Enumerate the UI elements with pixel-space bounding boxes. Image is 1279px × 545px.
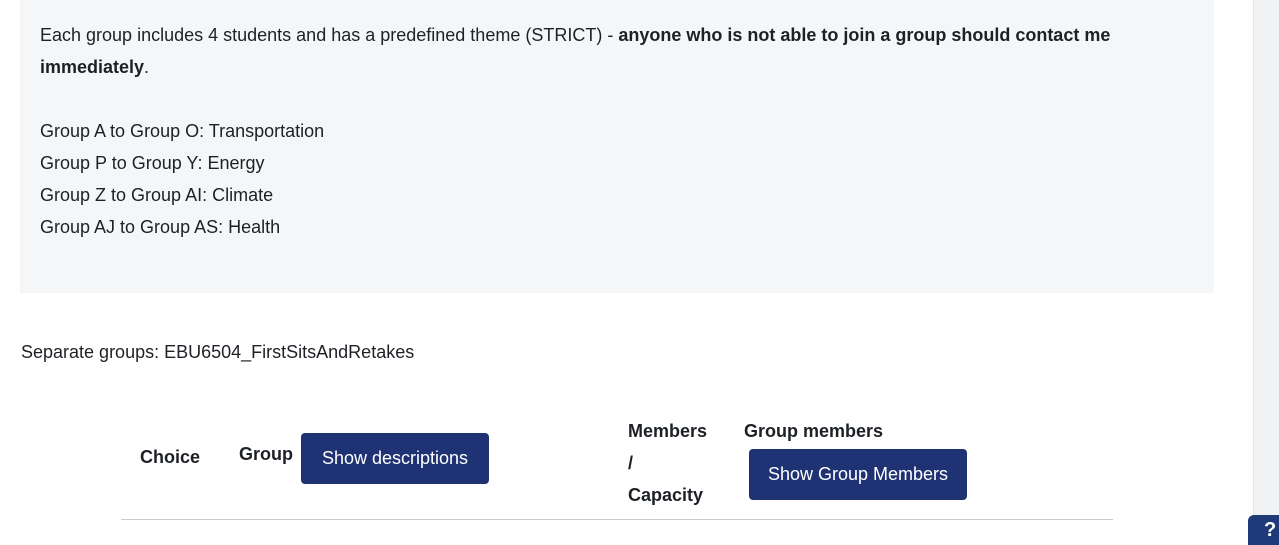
header-capacity-line: Capacity (628, 485, 704, 505)
intro-box: Each group includes 4 students and has a… (20, 0, 1214, 293)
header-group-members: Group members (744, 421, 884, 441)
header-members-capacity: Members / Capacity (628, 415, 707, 511)
group-theme-list: Group A to Group O: Transportation Group… (40, 115, 324, 243)
header-group: Group (239, 444, 293, 464)
right-scroll-area (1253, 0, 1279, 542)
group-theme-line: Group AJ to Group AS: Health (40, 217, 281, 237)
table-header-divider (121, 519, 1113, 520)
header-members-slash: / (628, 453, 634, 473)
separate-groups-label: Separate groups: EBU6504_FirstSitsAndRet… (21, 342, 415, 362)
intro-paragraph: Each group includes 4 students and has a… (40, 19, 1160, 83)
show-descriptions-button[interactable]: Show descriptions (301, 433, 489, 484)
group-theme-line: Group P to Group Y: Energy (40, 153, 265, 173)
header-choice: Choice (140, 447, 201, 467)
header-members-line: Members (628, 421, 708, 441)
intro-text-end: . (144, 57, 150, 77)
show-group-members-button[interactable]: Show Group Members (749, 449, 967, 500)
group-theme-line: Group A to Group O: Transportation (40, 121, 325, 141)
main-content: Each group includes 4 students and has a… (0, 0, 1253, 542)
group-theme-line: Group Z to Group AI: Climate (40, 185, 274, 205)
help-button[interactable]: ? (1248, 515, 1279, 545)
intro-text: Each group includes 4 students and has a… (40, 25, 619, 45)
